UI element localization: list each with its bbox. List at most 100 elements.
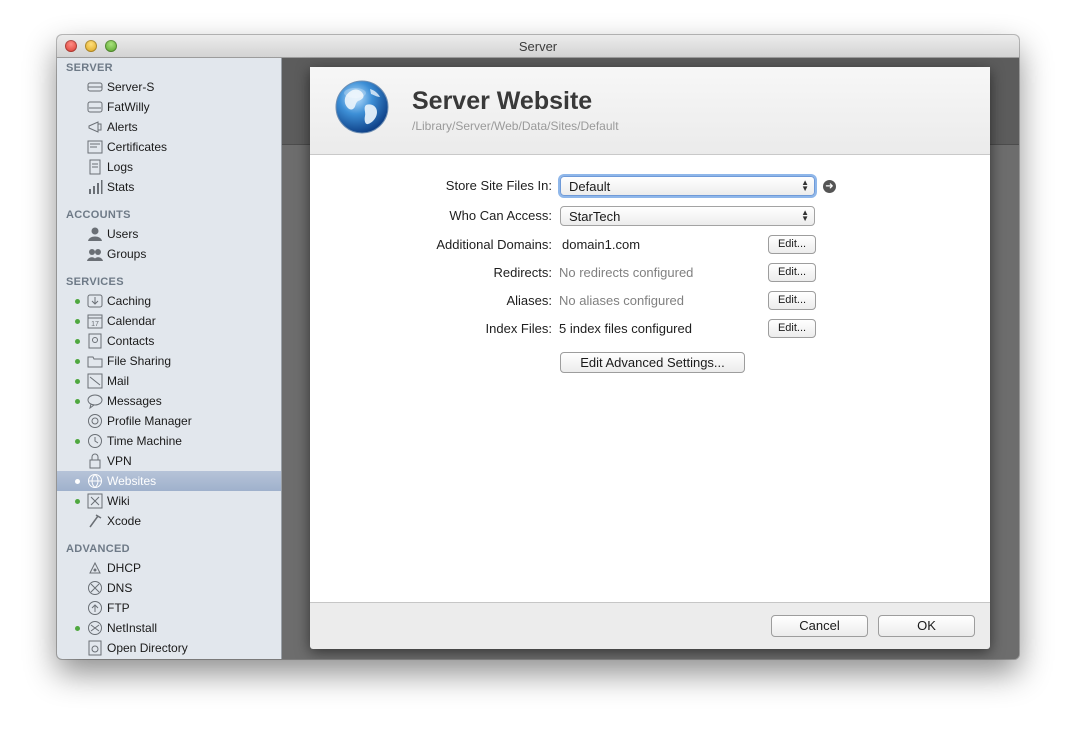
megaphone-icon <box>88 121 102 133</box>
sidebar-item-wiki[interactable]: Wiki <box>57 491 281 511</box>
drive-icon <box>87 101 103 113</box>
redirects-value: No redirects configured <box>559 265 694 280</box>
sidebar-item-ftp[interactable]: FTP <box>57 598 281 618</box>
sidebar-item-label: Wiki <box>107 494 130 508</box>
calendar-icon: 17 <box>87 314 103 329</box>
sidebar-item-logs[interactable]: Logs <box>57 157 281 177</box>
sidebar-item-netinstall[interactable]: NetInstall <box>57 618 281 638</box>
caching-icon <box>87 294 103 308</box>
sidebar-item-dns[interactable]: DNS <box>57 578 281 598</box>
site-path: /Library/Server/Web/Data/Sites/Default <box>412 119 619 133</box>
popup-arrows-icon: ▲ ▼ <box>801 208 809 223</box>
ok-button[interactable]: OK <box>878 615 975 637</box>
sidebar-item-certificates[interactable]: Certificates <box>57 137 281 157</box>
sidebar-item-server-s[interactable]: Server-S <box>57 77 281 97</box>
edit-advanced-settings-button[interactable]: Edit Advanced Settings... <box>560 352 745 373</box>
service-status-dot <box>75 379 80 384</box>
service-status-dot <box>75 399 80 404</box>
domains-label: Additional Domains: <box>436 237 552 252</box>
sidebar-item-profile-manager[interactable]: Profile Manager <box>57 411 281 431</box>
sidebar-item-fatwilly[interactable]: FatWilly <box>57 97 281 117</box>
sidebar-item-vpn[interactable]: VPN <box>57 451 281 471</box>
service-status-dot <box>75 359 80 364</box>
file-sharing-icon <box>87 356 103 368</box>
sidebar-item-label: Users <box>107 227 139 241</box>
sidebar-section-heading: SERVER <box>66 62 113 74</box>
sidebar-item-file-sharing[interactable]: File Sharing <box>57 351 281 371</box>
sidebar-item-label: Groups <box>107 247 147 261</box>
sidebar-item-calendar[interactable]: 17 Calendar <box>57 311 281 331</box>
sidebar-item-label: Websites <box>107 474 157 488</box>
wiki-icon <box>87 493 103 509</box>
sidebar-section-heading: ACCOUNTS <box>66 209 131 221</box>
sidebar-item-stats[interactable]: Stats <box>57 177 281 197</box>
aliases-label: Aliases: <box>506 293 552 308</box>
edit-index-files-button[interactable]: Edit... <box>768 319 816 338</box>
sheet-footer: Cancel OK <box>310 602 990 649</box>
window-title: Server <box>518 39 558 54</box>
title-bar: Server <box>57 35 1019 58</box>
sidebar-item-label: Stats <box>107 180 135 194</box>
redirects-label: Redirects: <box>493 265 552 280</box>
svg-text:17: 17 <box>91 321 99 328</box>
sidebar-item-label: Alerts <box>107 120 138 134</box>
edit-aliases-button[interactable]: Edit... <box>768 291 816 310</box>
sidebar-item-websites[interactable]: Websites <box>57 471 281 491</box>
edit-redirects-button[interactable]: Edit... <box>768 263 816 282</box>
index-files-value: 5 index files configured <box>559 321 692 336</box>
sidebar-item-label: Mail <box>107 374 130 388</box>
service-status-dot <box>75 439 80 444</box>
sidebar-item-groups[interactable]: Groups <box>57 244 281 264</box>
sheet-header: Server Website /Library/Server/Web/Data/… <box>310 67 990 155</box>
messages-icon <box>87 394 103 409</box>
cancel-button[interactable]: Cancel <box>771 615 868 637</box>
sidebar-item-time-machine[interactable]: Time Machine <box>57 431 281 451</box>
sidebar-item-label: FTP <box>107 601 130 615</box>
sidebar-item-mail[interactable]: Mail <box>57 371 281 391</box>
store-files-popup[interactable]: Default ▲ ▼ <box>560 176 815 196</box>
sidebar-item-label: Xcode <box>107 514 142 528</box>
websites-icon <box>88 474 102 488</box>
edit-domains-button[interactable]: Edit... <box>768 235 816 254</box>
sidebar-item-label: Messages <box>107 394 162 408</box>
sidebar-item-alerts[interactable]: Alerts <box>57 117 281 137</box>
sidebar-section-heading: SERVICES <box>66 276 124 288</box>
service-status-dot <box>75 339 80 344</box>
sidebar-item-caching[interactable]: Caching <box>57 291 281 311</box>
sidebar-item-contacts[interactable]: Contacts <box>57 331 281 351</box>
sidebar-item-users[interactable]: Users <box>57 224 281 244</box>
netinstall-icon <box>88 621 102 635</box>
sidebar-item-label: Open Directory <box>107 641 188 655</box>
sidebar-item-label: Caching <box>107 294 152 308</box>
profile-manager-icon <box>88 414 102 428</box>
sidebar-item-label: File Sharing <box>107 354 172 368</box>
dhcp-icon <box>89 561 101 574</box>
certificate-icon <box>87 140 103 154</box>
service-status-dot <box>75 479 80 484</box>
index-files-label: Index Files: <box>485 321 552 336</box>
sidebar-item-label: VPN <box>107 454 132 468</box>
service-status-dot <box>75 319 80 324</box>
mail-icon <box>87 373 103 389</box>
sheet-title: Server Website <box>412 87 593 115</box>
sidebar: SERVER Server-S FatWilly Alerts Certificates… <box>57 58 282 659</box>
reveal-arrow-icon[interactable]: ➜ <box>823 180 836 193</box>
user-icon <box>88 227 102 241</box>
sidebar-item-label: Contacts <box>107 334 155 348</box>
sidebar-item-label: NetInstall <box>107 621 158 635</box>
sidebar-item-label: Certificates <box>107 140 168 154</box>
sidebar-item-open-directory[interactable]: Open Directory <box>57 638 281 658</box>
sidebar-item-label: DHCP <box>107 561 142 575</box>
access-popup[interactable]: StarTech ▲ ▼ <box>560 206 815 226</box>
access-label: Who Can Access: <box>449 208 552 223</box>
sidebar-item-messages[interactable]: Messages <box>57 391 281 411</box>
domains-value: domain1.com <box>562 237 641 252</box>
sidebar-item-label: Logs <box>107 160 134 174</box>
sidebar-item-label: Server-S <box>107 80 155 94</box>
dns-icon <box>88 581 102 595</box>
sidebar-item-xcode[interactable]: Xcode <box>57 511 281 531</box>
xcode-icon <box>89 514 102 528</box>
sidebar-item-label: Calendar <box>107 314 156 328</box>
sidebar-item-dhcp[interactable]: DHCP <box>57 558 281 578</box>
vpn-icon <box>89 453 101 469</box>
